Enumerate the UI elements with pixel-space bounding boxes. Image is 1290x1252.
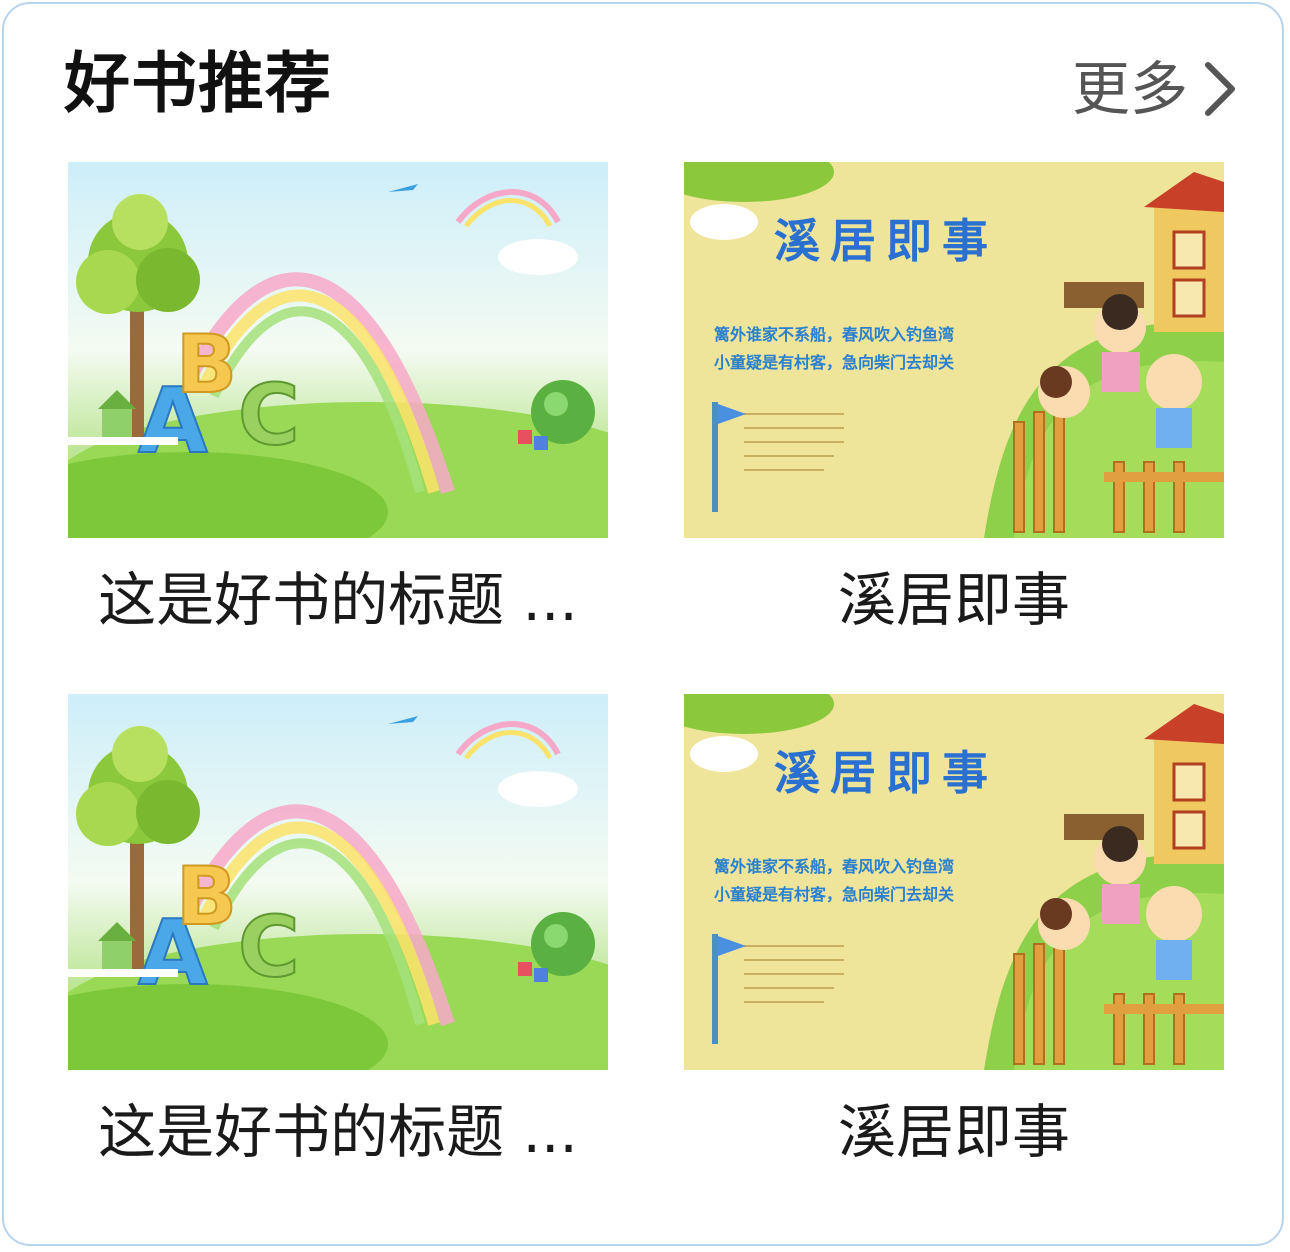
cover-letter: B <box>176 318 237 411</box>
book-cover-image: 溪居即事 篱外谁家不系船，春风吹入钓鱼湾 小童疑是有村客，急向柴门去却关 <box>684 162 1224 538</box>
book-item[interactable]: 溪居即事 篱外谁家不系船，春风吹入钓鱼湾 小童疑是有村客，急向柴门去却关 溪居即… <box>684 694 1224 1194</box>
cover-line: 小童疑是有村客，急向柴门去却关 <box>714 353 954 372</box>
good-books-card: 好书推荐 更多 A B C 这是好书的标题 ... 溪居即事 篱外谁家不系船，春… <box>2 2 1284 1246</box>
cover-letter: C <box>238 898 300 996</box>
cover-line: 篱外谁家不系船，春风吹入钓鱼湾 <box>714 325 954 344</box>
book-title: 这是好书的标题 ... <box>98 1098 578 1166</box>
book-grid: A B C 这是好书的标题 ... 溪居即事 篱外谁家不系船，春风吹入钓鱼湾 小… <box>68 162 1228 1222</box>
cover-letter: C <box>238 366 300 464</box>
chevron-right-icon <box>1205 62 1235 116</box>
book-item[interactable]: A B C 这是好书的标题 ... <box>68 694 608 1194</box>
book-item[interactable]: 溪居即事 篱外谁家不系船，春风吹入钓鱼湾 小童疑是有村客，急向柴门去却关 溪居即… <box>684 162 1224 662</box>
more-button[interactable]: 更多 <box>1072 54 1238 124</box>
cover-letter: B <box>176 850 237 943</box>
cover-line: 小童疑是有村客，急向柴门去却关 <box>714 885 954 904</box>
book-cover-image: 溪居即事 篱外谁家不系船，春风吹入钓鱼湾 小童疑是有村客，急向柴门去却关 <box>684 694 1224 1070</box>
section-header: 好书推荐 更多 <box>4 4 1282 164</box>
book-item[interactable]: A B C 这是好书的标题 ... <box>68 162 608 662</box>
section-title: 好书推荐 <box>64 45 332 122</box>
book-cover-image: A B C <box>68 694 608 1070</box>
book-title: 溪居即事 <box>837 566 1070 634</box>
book-cover-image: A B C <box>68 162 608 538</box>
cover-heading: 溪居即事 <box>774 746 998 800</box>
cover-line: 篱外谁家不系船，春风吹入钓鱼湾 <box>714 857 954 876</box>
more-label: 更多 <box>1071 55 1188 123</box>
book-title: 溪居即事 <box>837 1098 1070 1166</box>
cover-heading: 溪居即事 <box>774 214 998 268</box>
book-title: 这是好书的标题 ... <box>98 566 578 634</box>
